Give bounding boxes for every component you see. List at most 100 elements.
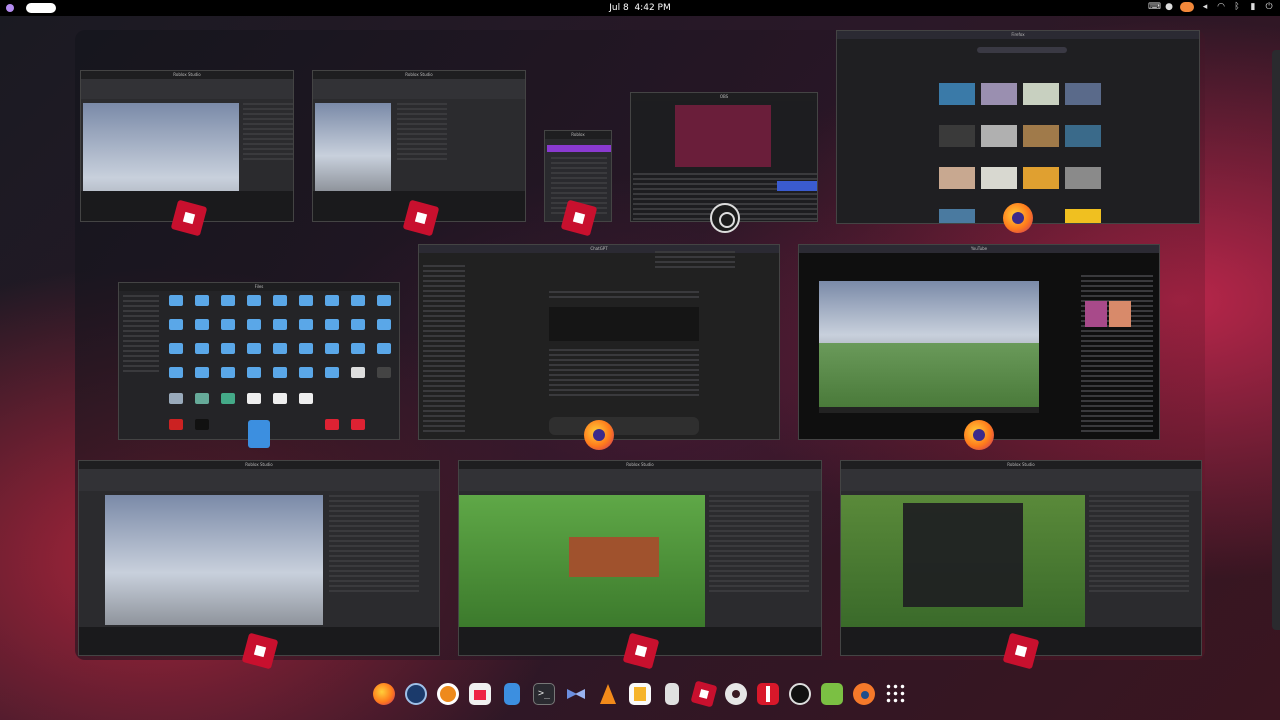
next-workspace-preview[interactable] — [1272, 50, 1280, 630]
window-title: Roblox Studio — [626, 462, 654, 467]
toolbar — [81, 79, 293, 99]
toolbar — [459, 469, 821, 491]
chat-input — [549, 417, 699, 435]
dock-item-settings[interactable] — [720, 679, 752, 709]
toolbar — [313, 79, 525, 99]
window-firefox-feed[interactable]: Firefox — [836, 30, 1200, 224]
zip-icon — [665, 683, 679, 705]
obs-controls — [777, 181, 817, 191]
window-title: YouTube — [970, 246, 988, 251]
code-block — [549, 307, 699, 341]
volume-icon[interactable]: ◂ — [1200, 2, 1210, 12]
dock-item-vlc[interactable] — [592, 679, 624, 709]
dock: >_ — [368, 679, 912, 709]
obs-preview — [675, 105, 771, 167]
dock-item-blender[interactable] — [848, 679, 880, 709]
dock-item-files[interactable] — [496, 679, 528, 709]
assistant-text — [549, 349, 699, 397]
bell-icon[interactable]: ● — [1164, 2, 1174, 12]
keyboard-icon[interactable]: ⌨ — [1148, 2, 1161, 12]
dock-item-app-grid[interactable] — [880, 679, 912, 709]
remote-desktop-icon — [565, 683, 587, 705]
explorer-panel — [397, 103, 447, 163]
firefox-indicator-icon[interactable] — [1180, 2, 1194, 12]
window-firefox-chat[interactable]: ChatGPT — [418, 244, 780, 440]
orange-circle-icon — [437, 683, 459, 705]
files-app-icon — [248, 420, 270, 448]
viewport — [105, 495, 323, 625]
explorer-panel — [243, 103, 293, 163]
window-file-manager[interactable]: Files — [118, 282, 400, 440]
roblox-icon — [690, 680, 718, 708]
roblox-studio-app-icon — [1002, 632, 1040, 670]
terminal-icon: >_ — [533, 683, 555, 705]
user-message — [655, 251, 735, 271]
roblox-studio-app-icon — [241, 632, 279, 670]
window-roblox-studio-1[interactable]: Roblox Studio — [80, 70, 294, 222]
window-roblox-studio-2[interactable]: Roblox Studio — [312, 70, 526, 222]
dock-item-text-editor[interactable] — [624, 679, 656, 709]
blender-icon — [853, 683, 875, 705]
dock-item-steam[interactable] — [400, 679, 432, 709]
settings-dialog — [903, 503, 1023, 607]
clock[interactable]: Jul 8 4:42 PM — [600, 2, 680, 14]
window-title: Roblox — [571, 132, 585, 137]
clock-time: 4:42 PM — [634, 3, 671, 13]
window-title: OBS — [719, 94, 729, 99]
explorer-panel — [1089, 495, 1189, 595]
text-editor-icon — [629, 683, 651, 705]
app-grid-icon — [885, 683, 907, 705]
system-tray[interactable]: ⌨ ● ◂ ◠ ᛒ ▮ ⏻ — [1148, 2, 1274, 12]
power-icon[interactable]: ⏻ — [1264, 2, 1274, 12]
bluetooth-icon[interactable]: ᛒ — [1232, 2, 1242, 12]
files-icon — [504, 683, 520, 705]
window-title: Roblox Studio — [1007, 462, 1035, 467]
window-title: Firefox — [1011, 32, 1025, 37]
firefox-app-icon — [964, 420, 994, 450]
explorer-panel — [329, 495, 419, 595]
vlc-icon — [597, 683, 619, 705]
clock-date: Jul 8 — [609, 3, 629, 13]
workspace-indicator-icon[interactable] — [6, 4, 14, 12]
address-bar — [977, 47, 1067, 53]
dock-item-firefox[interactable] — [368, 679, 400, 709]
firefox-app-icon — [584, 420, 614, 450]
launcher-item — [547, 145, 611, 152]
window-title: Files — [254, 284, 264, 289]
red-plus-icon — [757, 683, 779, 705]
window-roblox-studio-5[interactable]: Roblox Studio — [840, 460, 1202, 656]
dock-item-obs[interactable] — [784, 679, 816, 709]
dock-item-browser[interactable] — [432, 679, 464, 709]
window-roblox-studio-3[interactable]: Roblox Studio — [78, 460, 440, 656]
chat-sidebar — [423, 265, 465, 435]
video-controls — [819, 407, 1039, 413]
dock-item-archive-manager[interactable] — [656, 679, 688, 709]
dock-item-terminal[interactable]: >_ — [528, 679, 560, 709]
green-block-icon — [821, 683, 843, 705]
dock-item-red-app[interactable] — [752, 679, 784, 709]
window-title: Roblox Studio — [173, 72, 201, 77]
roblox-studio-app-icon — [622, 632, 660, 670]
dock-item-roblox-studio[interactable] — [688, 679, 720, 709]
steam-icon — [405, 683, 427, 705]
files-sidebar — [123, 295, 159, 375]
related-videos — [1081, 275, 1153, 435]
gear-icon — [725, 683, 747, 705]
battery-icon[interactable]: ▮ — [1248, 2, 1258, 12]
top-bar: Jul 8 4:42 PM ⌨ ● ◂ ◠ ᛒ ▮ ⏻ — [0, 0, 1280, 16]
window-firefox-video[interactable]: YouTube — [798, 244, 1160, 440]
store-icon — [469, 683, 491, 705]
activities-button[interactable] — [26, 3, 56, 13]
toolbar — [841, 469, 1201, 491]
window-title: Roblox Studio — [405, 72, 433, 77]
obs-app-icon — [710, 203, 740, 233]
wifi-icon[interactable]: ◠ — [1216, 2, 1226, 12]
window-roblox-studio-4[interactable]: Roblox Studio — [458, 460, 822, 656]
viewport — [315, 103, 391, 191]
firefox-app-icon — [1003, 203, 1033, 233]
dock-item-remote-desktop[interactable] — [560, 679, 592, 709]
dock-item-software-store[interactable] — [464, 679, 496, 709]
toolbar — [79, 469, 439, 491]
dock-item-green-app[interactable] — [816, 679, 848, 709]
window-title: Roblox Studio — [245, 462, 273, 467]
